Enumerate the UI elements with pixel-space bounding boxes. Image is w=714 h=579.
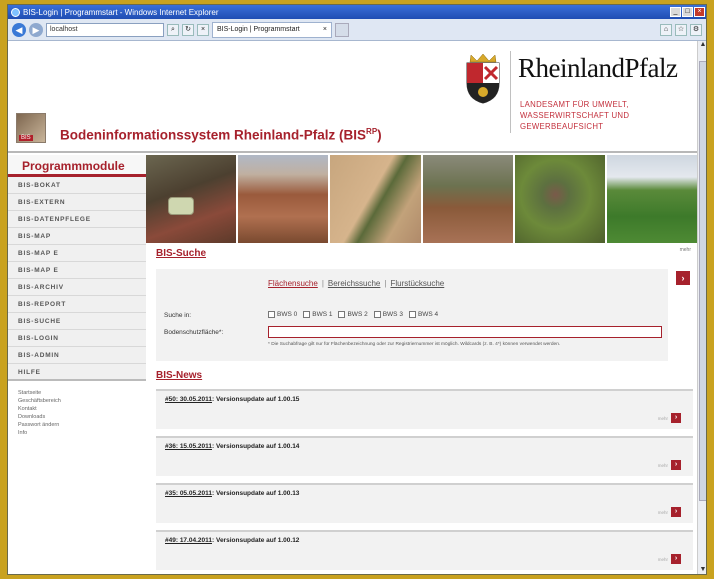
bis-logo-tag: BIS <box>19 135 33 141</box>
sidebar-link[interactable]: Info <box>18 429 146 437</box>
search-hint: * Die Suchabfrage gilt nur für Flächenbe… <box>268 342 561 347</box>
brand-subtitle: LANDESAMT FÜR UMWELT, WASSERWIRTSCHAFT U… <box>520 100 630 131</box>
new-tab-button[interactable] <box>335 22 349 37</box>
favorites-icon[interactable]: ☆ <box>675 23 687 36</box>
address-bar: ◀ ▶ localhost ⌕ ↻ × BIS-Login | Programm… <box>8 19 706 41</box>
news-more[interactable]: mehr › <box>658 554 681 564</box>
vertical-scrollbar[interactable]: ▲ ▼ <box>697 41 706 574</box>
sidebar-item-login[interactable]: BIS-LOGIN <box>8 330 146 347</box>
sidebar: Programmmodule BIS-BOKAT BIS-EXTERN BIS-… <box>8 155 146 574</box>
chevron-right-icon[interactable]: › <box>671 460 681 470</box>
news-more[interactable]: mehr › <box>658 507 681 517</box>
forward-button[interactable]: ▶ <box>29 22 43 37</box>
tab-label: BIS-Login | Programmstart <box>217 25 300 33</box>
title-bar: BIS-Login | Programmstart - Windows Inte… <box>8 5 706 19</box>
sidebar-item-map[interactable]: BIS-MAP <box>8 228 146 245</box>
sidebar-item-hilfe[interactable]: HILFE <box>8 364 146 381</box>
sidebar-link[interactable]: Startseite <box>18 389 146 397</box>
photo-strip <box>146 155 697 243</box>
chevron-right-icon[interactable]: › <box>671 554 681 564</box>
sidebar-link[interactable]: Downloads <box>18 413 146 421</box>
stop-icon[interactable]: × <box>197 23 209 36</box>
photo-field-path <box>422 155 513 243</box>
photo-quarry <box>238 155 329 243</box>
news-headline[interactable]: #49: 17.04.2011: Versionsupdate auf 1.00… <box>165 537 299 544</box>
news-section-title[interactable]: BIS-News <box>156 370 202 381</box>
brand-divider <box>510 51 511 133</box>
photo-soil-profile <box>330 155 421 243</box>
scroll-down-icon[interactable]: ▼ <box>698 566 706 574</box>
bws-0-checkbox[interactable]: BWS 0 <box>268 311 297 318</box>
tab-close-icon[interactable]: × <box>323 23 327 37</box>
news-headline[interactable]: #50: 30.05.2011: Versionsupdate auf 1.00… <box>165 396 299 403</box>
sidebar-link[interactable]: Kontakt <box>18 405 146 413</box>
sidebar-link[interactable]: Passwort ändern <box>18 421 146 429</box>
bis-logo: BIS <box>16 113 46 143</box>
gear-icon[interactable]: ⚙ <box>690 23 702 36</box>
news-item: #49: 17.04.2011: Versionsupdate auf 1.00… <box>156 530 693 570</box>
search-panel: Flächensuche | Bereichssuche | Flurstücksuch… <box>156 269 668 361</box>
news-headline[interactable]: #36: 15.05.2011: Versionsupdate auf 1.00… <box>165 443 299 450</box>
tab-bereichssuche[interactable]: Bereichssuche <box>328 279 380 288</box>
back-button[interactable]: ◀ <box>12 22 26 37</box>
news-more[interactable]: mehr › <box>658 460 681 470</box>
sidebar-item-admin[interactable]: BIS-ADMIN <box>8 347 146 364</box>
sidebar-item-extern[interactable]: BIS-EXTERN <box>8 194 146 211</box>
scroll-up-icon[interactable]: ▲ <box>698 41 706 51</box>
browser-tab[interactable]: BIS-Login | Programmstart × <box>212 21 332 38</box>
bws-checkbox-group: BWS 0 BWS 1 BWS 2 BWS 3 BWS 4 <box>268 311 438 318</box>
window-title: BIS-Login | Programmstart - Windows Inte… <box>23 7 219 17</box>
sidebar-item-map-e[interactable]: BIS-MAP E <box>8 245 146 262</box>
sidebar-item-report[interactable]: BIS-REPORT <box>8 296 146 313</box>
sidebar-item-map-e-2[interactable]: BIS-MAP E <box>8 262 146 279</box>
home-icon[interactable]: ⌂ <box>660 23 672 36</box>
coat-of-arms-icon <box>466 53 500 104</box>
header-divider <box>8 151 697 153</box>
url-field[interactable]: localhost <box>46 22 164 37</box>
site-header: BIS Bodeninformationssystem Rheinland-Pf… <box>8 41 697 151</box>
chevron-right-icon[interactable]: › <box>671 413 681 423</box>
news-item: #36: 15.05.2011: Versionsupdate auf 1.00… <box>156 436 693 476</box>
chevron-right-icon[interactable]: › <box>671 507 681 517</box>
bws-1-checkbox[interactable]: BWS 1 <box>303 311 332 318</box>
site-title: Bodeninformationssystem Rheinland-Pfalz … <box>60 127 382 143</box>
bws-2-checkbox[interactable]: BWS 2 <box>338 311 368 318</box>
photo-soil-sampler <box>146 155 237 243</box>
news-item: #50: 30.05.2011: Versionsupdate auf 1.00… <box>156 389 693 429</box>
suche-in-label: Suche in: <box>164 312 192 319</box>
sidebar-item-datenpflege[interactable]: BIS-DATENPFLEGE <box>8 211 146 228</box>
main-content: BIS-Suche mehr Flächensuche | Bereichssuch… <box>153 247 697 574</box>
tab-flurstuecksuche[interactable]: Flurstücksuche <box>390 279 444 288</box>
search-tabs: Flächensuche | Bereichssuche | Flurstücksuch… <box>268 279 445 288</box>
sidebar-item-archiv[interactable]: BIS-ARCHIV <box>8 279 146 296</box>
search-icon[interactable]: ⌕ <box>167 23 179 36</box>
page-viewport: BIS Bodeninformationssystem Rheinland-Pf… <box>8 41 697 574</box>
bws-3-checkbox[interactable]: BWS 3 <box>373 311 403 318</box>
sidebar-item-suche[interactable]: BIS-SUCHE <box>8 313 146 330</box>
news-more[interactable]: mehr › <box>658 413 681 423</box>
close-window-button[interactable]: × <box>694 7 705 17</box>
bodenschutzflaeche-input[interactable] <box>268 326 662 338</box>
search-submit-button[interactable]: › <box>676 271 690 285</box>
bodenschutzflaeche-label: Bodenschutzfläche*: <box>164 329 224 336</box>
more-link[interactable]: mehr <box>680 247 691 253</box>
sidebar-links: Startseite Geschäftsbereich Kontakt Down… <box>8 381 146 437</box>
scrollbar-thumb[interactable] <box>699 61 706 501</box>
sidebar-heading: Programmmodule <box>8 155 146 177</box>
news-item: #35: 05.05.2011: Versionsupdate auf 1.00… <box>156 483 693 523</box>
brand-name: RheinlandPfalz <box>518 53 678 83</box>
news-headline[interactable]: #35: 05.05.2011: Versionsupdate auf 1.00… <box>165 490 299 497</box>
photo-vineyard <box>606 155 697 243</box>
tab-flaechensuche[interactable]: Flächensuche <box>268 279 318 288</box>
refresh-icon[interactable]: ↻ <box>182 23 194 36</box>
ie-logo-icon <box>11 7 20 17</box>
maximize-button[interactable]: □ <box>682 7 693 17</box>
minimize-button[interactable]: _ <box>670 7 681 17</box>
browser-window: BIS-Login | Programmstart - Windows Inte… <box>7 4 707 575</box>
sidebar-item-bokat[interactable]: BIS-BOKAT <box>8 177 146 194</box>
photo-aerial <box>514 155 605 243</box>
search-section-title[interactable]: BIS-Suche <box>156 248 206 259</box>
bws-4-checkbox[interactable]: BWS 4 <box>408 311 438 318</box>
sidebar-link[interactable]: Geschäftsbereich <box>18 397 146 405</box>
